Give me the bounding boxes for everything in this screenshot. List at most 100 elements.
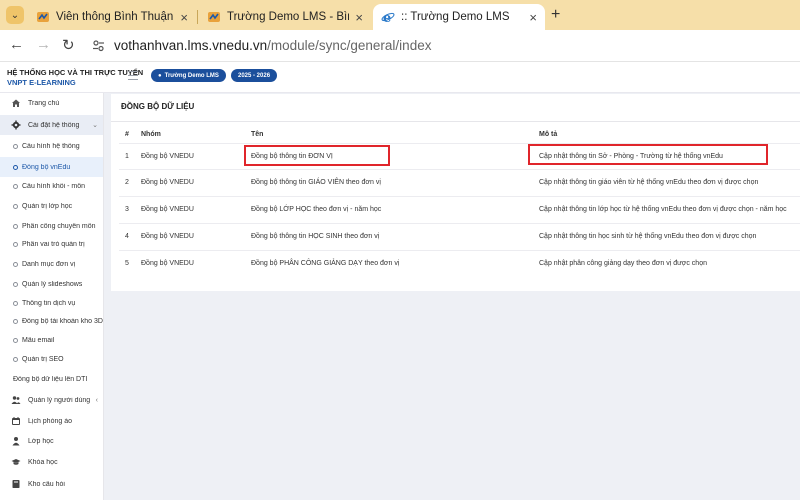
reload-icon[interactable]: ↻ [62,36,75,54]
row-name-link[interactable]: Đồng bộ PHÂN CÔNG GIẢNG DẠY theo đơn vị [251,260,399,267]
brand-subtitle: VNPT E-LEARNING [7,78,76,87]
school-year-selector[interactable]: 2025 - 2026 [231,69,278,82]
sidebar-item-email-templates[interactable]: Mẫu email [0,330,103,350]
sidebar: Trang chủ Cài đặt hệ thống ⌄ Cấu hình hệ… [0,93,104,500]
url-path: /module/sync/general/index [267,38,432,53]
browser-tab-title: Trường Demo LMS - Bình Thuậ [227,11,349,23]
close-icon[interactable]: × [180,10,188,25]
row-description: Cập nhật thông tin học sinh từ hệ thống … [539,233,757,240]
circle-icon [13,164,18,170]
row-group: Đồng bộ VNEDU [141,179,194,186]
vnpt-favicon-icon [208,12,220,22]
browser-toolbar: ← → ↻ vothanhvan.lms.vnedu.vn/module/syn… [0,30,800,62]
sidebar-item-system-config[interactable]: Cấu hình hệ thống [0,136,103,156]
circle-icon [13,261,18,267]
table-row[interactable]: 3 Đồng bộ VNEDU Đồng bộ LỚP HỌC theo đơn… [119,196,800,222]
sidebar-item-system-settings[interactable]: Cài đặt hệ thống ⌄ [0,115,103,135]
chevron-down-icon: ⌄ [10,9,20,21]
app-header: HỆ THỐNG HỌC VÀ THI TRỰC TUYẾN VNPT E-LE… [0,62,800,93]
browser-tab-1[interactable]: Viễn thông Bình Thuận - Bình T × [28,4,196,30]
sidebar-item-label: Quản trị SEO [22,355,64,363]
svg-text:e: e [383,11,391,24]
sidebar-item-seo-admin[interactable]: Quản trị SEO [0,349,103,369]
sidebar-item-question-bank[interactable]: Kho câu hỏi [0,474,103,494]
book-icon [12,480,20,488]
sidebar-item-assignment[interactable]: Phân công chuyên môn [0,216,103,236]
table-header: # Nhóm Tên Mô tả [119,129,800,143]
sidebar-item-label: Phân vai trò quản trị [22,240,85,248]
sidebar-item-unit-catalog[interactable]: Danh mục đơn vị [0,254,103,274]
chevron-left-icon: ‹ [95,396,98,404]
sidebar-item-label: Thông tin dịch vụ [22,299,76,307]
back-arrow-icon[interactable]: ← [9,36,24,53]
graduation-cap-icon [11,459,21,465]
sidebar-item-service-info[interactable]: Thông tin dịch vụ [0,293,103,313]
circle-icon [13,281,18,287]
browser-tab-2[interactable]: Trường Demo LMS - Bình Thuậ × [199,4,371,30]
row-name-link[interactable]: Đồng bộ thông tin HỌC SINH theo đơn vị [251,233,379,240]
sidebar-item-label: Quản lý người dùng [28,396,91,404]
row-number: 2 [125,179,129,186]
table-row[interactable]: 2 Đồng bộ VNEDU Đồng bộ thông tin GIÁO V… [119,169,800,195]
sidebar-item-slideshows[interactable]: Quản lý slideshows [0,274,103,294]
circle-icon [13,318,18,324]
sidebar-item-dti-sync[interactable]: Đồng bộ dữ liệu lên DTI [0,369,103,389]
forward-arrow-icon[interactable]: → [36,36,51,53]
highlight-box-description [528,144,768,165]
sidebar-item-label: Cấu hình khối - môn [22,182,86,190]
site-settings-icon[interactable] [92,39,105,52]
tab-search-button[interactable]: ⌄ [6,6,24,24]
row-name-link[interactable]: Đồng bộ thông tin GIÁO VIÊN theo đơn vị [251,179,381,186]
column-header-group: Nhóm [141,131,161,138]
school-selector-label: Trường Demo LMS [164,72,219,79]
school-selector[interactable]: ● Trường Demo LMS [151,69,226,82]
sidebar-item-label: Lớp học [28,437,54,445]
sidebar-item-user-management[interactable]: Quản lý người dùng ‹ [0,390,103,410]
circle-icon [13,203,18,209]
close-icon[interactable]: × [355,10,363,25]
column-header-number: # [125,131,129,138]
table-row[interactable]: 4 Đồng bộ VNEDU Đồng bộ thông tin HỌC SI… [119,223,800,249]
browser-tab-3-active[interactable]: e :: Trường Demo LMS × [373,4,545,30]
sidebar-item-admin-roles[interactable]: Phân vai trò quản trị [0,234,103,254]
users-icon [11,396,21,404]
sidebar-item-vnedu-sync[interactable]: Đồng bộ vnEdu [0,157,103,177]
sidebar-item-label: Kho câu hỏi [28,480,65,488]
sidebar-item-home[interactable]: Trang chủ [0,93,103,113]
row-group: Đồng bộ VNEDU [141,233,194,240]
sidebar-item-label: Cấu hình hệ thống [22,142,80,150]
school-year-label: 2025 - 2026 [238,72,271,79]
sidebar-item-label: Đồng bộ dữ liệu lên DTI [13,375,88,383]
browser-tabstrip: ⌄ Viễn thông Bình Thuận - Bình T × Trườn… [0,0,800,30]
row-group: Đồng bộ VNEDU [141,153,194,160]
row-number: 3 [125,206,129,213]
sidebar-item-label: Đồng bộ tài khoản kho 3D [22,317,103,325]
row-description: Cập nhật phân công giảng dạy theo đơn vị… [539,260,707,267]
close-icon[interactable]: × [529,10,537,25]
row-group: Đồng bộ VNEDU [141,260,194,267]
hamburger-menu-icon[interactable] [128,71,138,83]
sidebar-item-classes[interactable]: Lớp học [0,431,103,451]
sidebar-item-label: Quản lý slideshows [22,280,83,288]
new-tab-button[interactable]: + [551,6,560,24]
column-header-description: Mô tả [539,131,558,138]
table-row[interactable]: 5 Đồng bộ VNEDU Đồng bộ PHÂN CÔNG GIẢNG … [119,250,800,276]
sidebar-item-grade-subject-config[interactable]: Cấu hình khối - môn [0,176,103,196]
person-icon [12,437,20,446]
address-bar[interactable]: vothanhvan.lms.vnedu.vn/module/sync/gene… [114,38,431,53]
sidebar-item-class-admin[interactable]: Quản trị lớp học [0,196,103,216]
sidebar-item-label: Đồng bộ vnEdu [22,163,71,171]
row-number: 5 [125,260,129,267]
sidebar-item-label: Lịch phòng ảo [28,417,72,425]
sidebar-item-3d-account-sync[interactable]: Đồng bộ tài khoản kho 3D [0,311,103,331]
sidebar-item-label: Cài đặt hệ thống [28,121,80,129]
map-pin-icon: ● [158,72,162,79]
row-number: 1 [125,153,129,160]
brand-title: HỆ THỐNG HỌC VÀ THI TRỰC TUYẾN [7,68,144,77]
home-icon [12,99,20,107]
sidebar-item-label: Quản trị lớp học [22,202,73,210]
row-name-link[interactable]: Đồng bộ LỚP HỌC theo đơn vị - năm học [251,206,381,213]
sidebar-item-courses[interactable]: Khóa học [0,452,103,472]
sidebar-item-virtual-room-calendar[interactable]: Lịch phòng ảo [0,411,103,431]
chevron-down-icon: ⌄ [92,122,98,129]
